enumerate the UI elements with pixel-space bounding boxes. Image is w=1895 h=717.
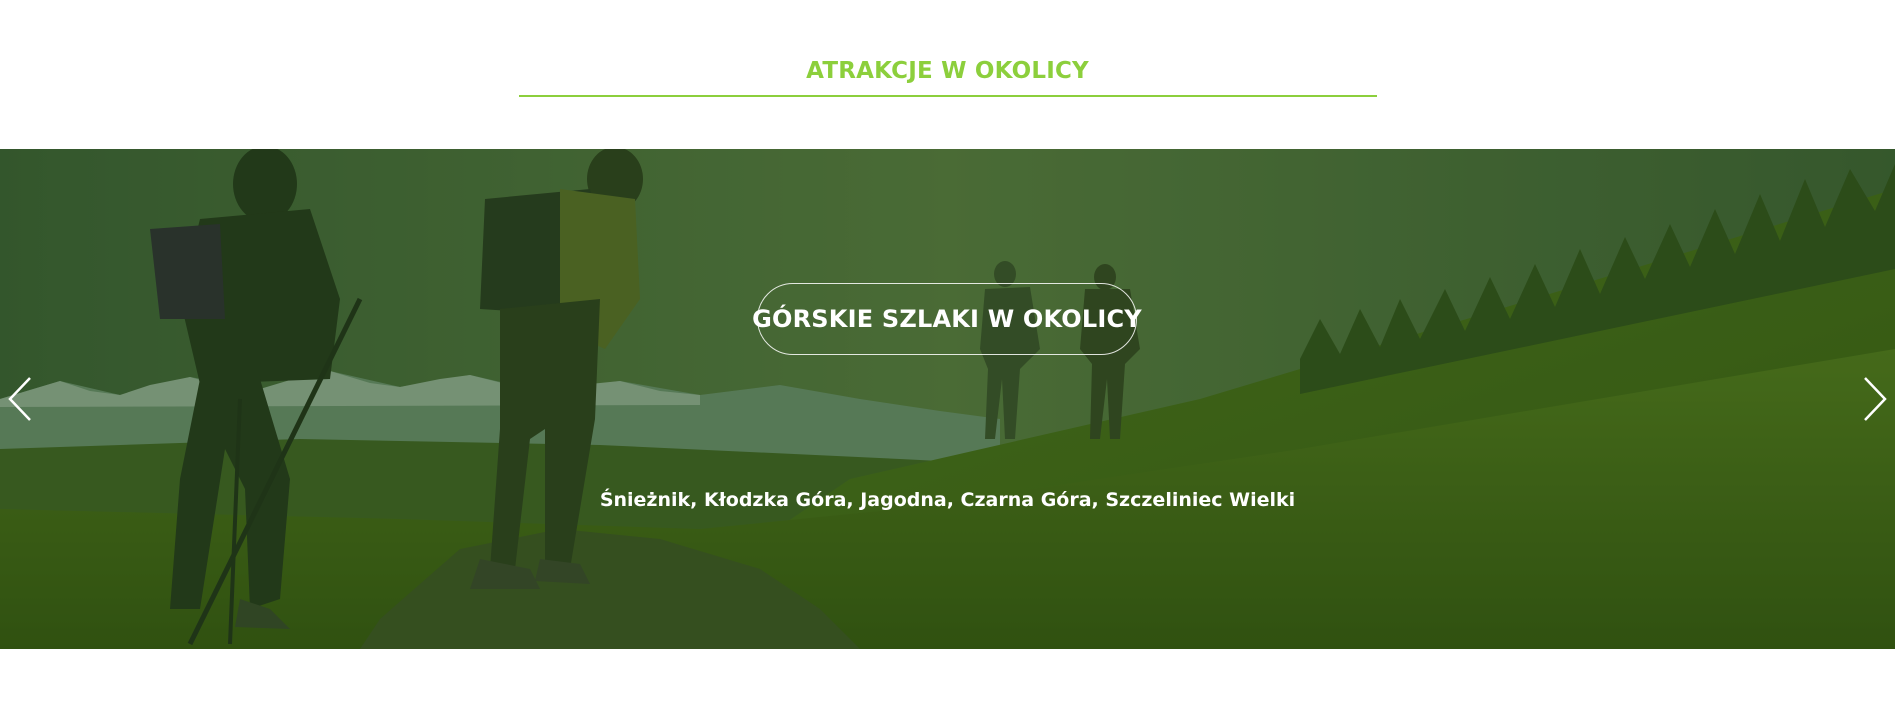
slide-title: GÓRSKIE SZLAKI W OKOLICY xyxy=(752,305,1142,333)
section-divider xyxy=(519,95,1377,97)
attractions-slider: GÓRSKIE SZLAKI W OKOLICY Śnieżnik, Kłodz… xyxy=(0,149,1895,649)
slide-subtitle: Śnieżnik, Kłodzka Góra, Jagodna, Czarna … xyxy=(599,489,1296,511)
page-bottom-space xyxy=(0,649,1895,717)
section-title: ATRAKCJE W OKOLICY xyxy=(806,58,1089,84)
chevron-right-icon xyxy=(1864,377,1887,421)
chevron-left-icon xyxy=(8,377,31,421)
slider-prev-button[interactable] xyxy=(2,374,42,424)
slide-color-overlay xyxy=(0,149,1895,649)
section-header: ATRAKCJE W OKOLICY xyxy=(0,0,1895,149)
slide-title-button[interactable]: GÓRSKIE SZLAKI W OKOLICY xyxy=(752,283,1142,355)
slider-next-button[interactable] xyxy=(1853,374,1893,424)
